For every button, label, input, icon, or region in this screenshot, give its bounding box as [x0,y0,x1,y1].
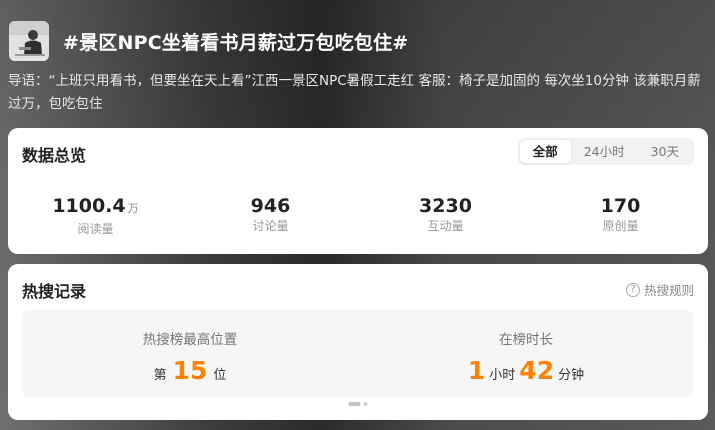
originals-label: 原创量 [602,219,639,233]
carousel-dot-active[interactable] [348,402,361,406]
originals-value: 170 [600,195,641,217]
interactions-label: 互动量 [427,219,464,233]
stat-originals: 170 原创量 [533,194,708,237]
stat-interactions: 3230 互动量 [358,194,533,237]
hours-unit: 小时 [489,368,516,383]
discussions-value: 946 [250,195,291,217]
reads-value: 1100.4 [52,195,126,217]
topic-intro: 导语：“上班只用看书，但要坐在天上看”江西一景区NPC暑假工走红 客服：椅子是加… [8,73,701,112]
topic-avatar[interactable] [9,21,49,61]
hot-search-card: 热搜记录 ? 热搜规则 热搜榜最高位置 第 15 位 在榜时长 1 小时 42 … [8,264,708,420]
best-rank-value-row: 第 15 位 [22,356,358,385]
avatar-image [9,21,49,61]
duration-section: 在榜时长 1 小时 42 分钟 [358,310,694,398]
hot-search-panel: 热搜榜最高位置 第 15 位 在榜时长 1 小时 42 分钟 [22,310,694,398]
duration-label: 在榜时长 [499,332,553,348]
discussions-label: 讨论量 [252,219,289,233]
carousel-dot[interactable] [363,402,368,406]
duration-value-row: 1 小时 42 分钟 [358,356,694,385]
topic-header: #景区NPC坐着看书月薪过万包吃包住# [9,20,408,62]
data-overview-card: 数据总览 全部 24小时 30天 1100.4 万 阅读量 946 讨论量 323… [8,128,708,254]
tab-all[interactable]: 全部 [519,140,571,163]
best-rank-label: 热搜榜最高位置 [142,332,238,348]
rank-prefix: 第 [153,368,167,383]
carousel-indicator [348,402,368,406]
time-range-tabs: 全部 24小时 30天 [517,138,694,165]
hot-search-rules-link[interactable]: ? 热搜规则 [625,280,694,299]
interactions-value: 3230 [419,195,472,217]
stat-reads: 1100.4 万 阅读量 [8,194,183,237]
minutes-unit: 分钟 [558,368,585,383]
tab-24h[interactable]: 24小时 [571,140,638,163]
reads-unit: 万 [127,202,139,215]
hours-value: 1 [467,356,486,385]
tab-30d[interactable]: 30天 [638,140,692,163]
stat-discussions: 946 讨论量 [183,194,358,237]
topic-title: #景区NPC坐着看书月薪过万包吃包住# [63,31,409,54]
best-rank-section: 热搜榜最高位置 第 15 位 [22,310,358,398]
minutes-value: 42 [519,356,555,385]
question-circle-icon: ? [625,282,640,297]
rank-suffix: 位 [213,368,227,383]
rank-value: 15 [172,356,208,385]
rules-label: 热搜规则 [643,283,694,298]
reads-label: 阅读量 [77,222,114,236]
hot-search-title: 热搜记录 [22,282,87,301]
overview-title: 数据总览 [22,146,87,165]
stat-value: 1100.4 万 [8,194,183,221]
stats-row: 1100.4 万 阅读量 946 讨论量 3230 互动量 170 原创量 [8,194,708,237]
